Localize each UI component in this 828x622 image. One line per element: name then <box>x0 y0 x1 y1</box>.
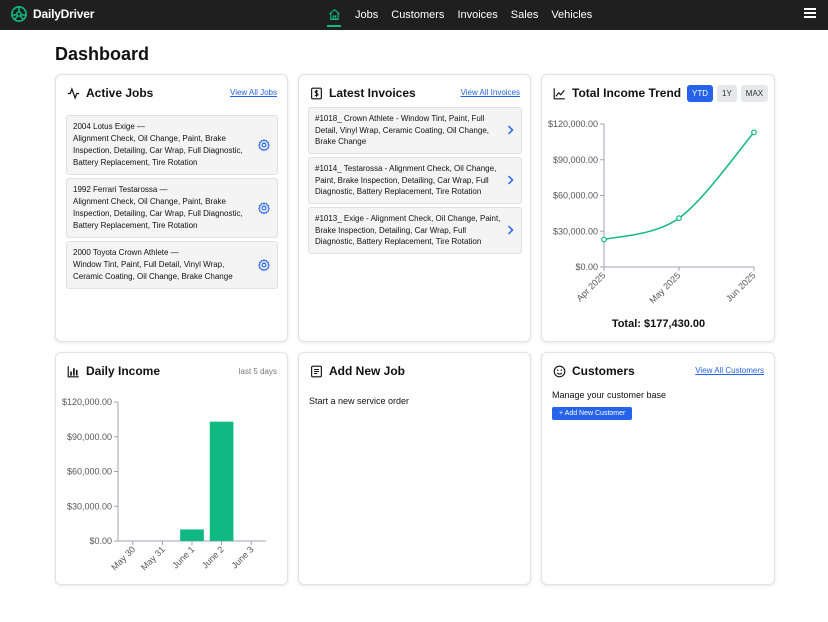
activity-icon <box>67 86 80 100</box>
bar <box>209 421 234 541</box>
range-ytd-button[interactable]: YTD <box>687 85 713 102</box>
y-tick-label: $60,000.00 <box>553 191 598 201</box>
add-job-card[interactable]: Add New Job Start a new service order <box>298 352 531 585</box>
data-point <box>676 215 682 222</box>
chevron-right-icon <box>507 125 514 135</box>
series-line <box>603 131 755 241</box>
x-tick-label: June 1 <box>170 544 196 570</box>
job-item[interactable]: 1992 Ferrari Testarossa — Alignment Chec… <box>66 178 278 238</box>
invoice-item[interactable]: #1014_ Testarossa - Alignment Check, Oil… <box>308 157 522 204</box>
range-selector: YTD 1Y MAX <box>687 85 769 102</box>
y-tick-label: $60,000.00 <box>67 467 112 477</box>
data-point <box>751 129 757 136</box>
x-tick-label: Jun 2025 <box>724 270 757 303</box>
nav-jobs[interactable]: Jobs <box>355 9 378 21</box>
customers-subtitle: Manage your customer base <box>552 390 667 400</box>
job-services: Alignment Check, Oil Change, Paint, Brak… <box>73 134 243 167</box>
steering-wheel-icon <box>11 6 27 22</box>
add-job-title: Add New Job <box>310 364 405 378</box>
x-tick-label: June 3 <box>229 544 255 570</box>
invoice-item[interactable]: #1018_ Crown Athlete - Window Tint, Pain… <box>308 107 522 154</box>
customers-card: Customers View All Customers Manage your… <box>541 352 775 585</box>
latest-invoices-card: Latest Invoices View All Invoices #1018_… <box>298 74 531 342</box>
chevron-right-icon <box>507 175 514 185</box>
gear-icon[interactable] <box>257 201 271 215</box>
nav-sales[interactable]: Sales <box>511 9 539 21</box>
line-chart-icon <box>553 87 565 99</box>
gear-icon[interactable] <box>257 258 271 272</box>
view-all-customers-link[interactable]: View All Customers <box>695 366 764 375</box>
menu-icon[interactable] <box>804 8 816 20</box>
x-tick-label: May 30 <box>109 544 137 572</box>
document-icon <box>311 365 322 377</box>
y-tick-label: $30,000.00 <box>67 501 112 511</box>
job-item[interactable]: 2000 Toyota Crown Athlete — Window Tint,… <box>66 241 278 289</box>
daily-income-period: last 5 days <box>238 367 277 376</box>
chevron-right-icon <box>507 225 514 235</box>
active-jobs-card: Active Jobs View All Jobs 2004 Lotus Exi… <box>55 74 288 342</box>
invoice-text: #1018_ Crown Athlete - Window Tint, Pain… <box>315 114 489 146</box>
job-vehicle: 1992 Ferrari Testarossa — <box>73 185 168 194</box>
bar <box>180 529 204 541</box>
nav-customers[interactable]: Customers <box>391 9 444 21</box>
income-total: Total: $177,430.00 <box>611 318 706 330</box>
x-tick-label: Apr 2025 <box>575 270 608 303</box>
range-max-button[interactable]: MAX <box>740 85 769 102</box>
x-tick-label: June 2 <box>200 544 226 570</box>
daily-income-title: Daily Income <box>67 364 160 378</box>
smiley-icon <box>553 365 566 377</box>
bar-chart-icon <box>67 365 79 377</box>
y-tick-label: $120,000.00 <box>62 397 112 407</box>
x-tick-label: May 2025 <box>647 270 682 305</box>
view-all-jobs-link[interactable]: View All Jobs <box>230 88 277 97</box>
daily-income-chart: $0.00 $30,000.00 $60,000.00 $90,000.00 $120,… <box>62 397 266 572</box>
dollar-document-icon <box>311 87 322 99</box>
job-services: Window Tint, Paint, Full Detail, Vinyl W… <box>73 260 233 281</box>
job-services: Alignment Check, Oil Change, Paint, Brak… <box>73 197 243 230</box>
view-all-invoices-link[interactable]: View All Invoices <box>461 88 520 97</box>
top-navbar: DailyDriver Jobs Customers Invoices Sale… <box>0 0 828 30</box>
brand-name: DailyDriver <box>33 7 95 21</box>
income-trend-title: Total Income Trend <box>553 86 681 100</box>
y-tick-label: $120,000.00 <box>548 119 598 129</box>
daily-income-card: Daily Income last 5 days $0.00 $30,000.00… <box>55 352 288 585</box>
y-tick-label: $90,000.00 <box>67 432 112 442</box>
page-title: Dashboard <box>55 44 150 64</box>
add-job-subtitle: Start a new service order <box>309 396 410 406</box>
y-tick-label: $30,000.00 <box>553 226 598 236</box>
invoice-item[interactable]: #1013_ Exige - Alignment Check, Oil Chan… <box>308 207 522 254</box>
y-tick-label: $0.00 <box>89 536 112 546</box>
home-icon <box>328 8 340 20</box>
active-jobs-title: Active Jobs <box>67 86 153 100</box>
nav-vehicles[interactable]: Vehicles <box>551 9 592 21</box>
nav-invoices[interactable]: Invoices <box>457 9 497 21</box>
customers-title: Customers <box>553 364 635 378</box>
add-new-customer-button[interactable]: + Add New Customer <box>552 407 633 420</box>
job-item[interactable]: 2004 Lotus Exige — Alignment Check, Oil … <box>66 115 278 175</box>
main-nav: Jobs Customers Invoices Sales Vehicles <box>327 0 605 30</box>
data-point <box>601 236 607 243</box>
y-tick-label: $0.00 <box>575 262 598 272</box>
invoice-text: #1013_ Exige - Alignment Check, Oil Chan… <box>315 214 501 246</box>
range-1y-button[interactable]: 1Y <box>717 85 737 102</box>
gear-icon[interactable] <box>257 138 271 152</box>
brand[interactable]: DailyDriver <box>10 5 94 23</box>
income-trend-chart: $0.00 $30,000.00 $60,000.00 $90,000.00 $120,… <box>548 119 757 305</box>
nav-home[interactable] <box>327 3 341 27</box>
invoice-text: #1014_ Testarossa - Alignment Check, Oil… <box>315 164 497 196</box>
latest-invoices-title: Latest Invoices <box>310 86 416 100</box>
y-tick-label: $90,000.00 <box>553 155 598 165</box>
x-tick-label: May 31 <box>139 544 167 572</box>
job-vehicle: 2000 Toyota Crown Athlete — <box>73 248 179 257</box>
income-trend-card: Total Income Trend YTD 1Y MAX $0.00 $30,0… <box>541 74 775 342</box>
job-vehicle: 2004 Lotus Exige — <box>73 122 146 131</box>
